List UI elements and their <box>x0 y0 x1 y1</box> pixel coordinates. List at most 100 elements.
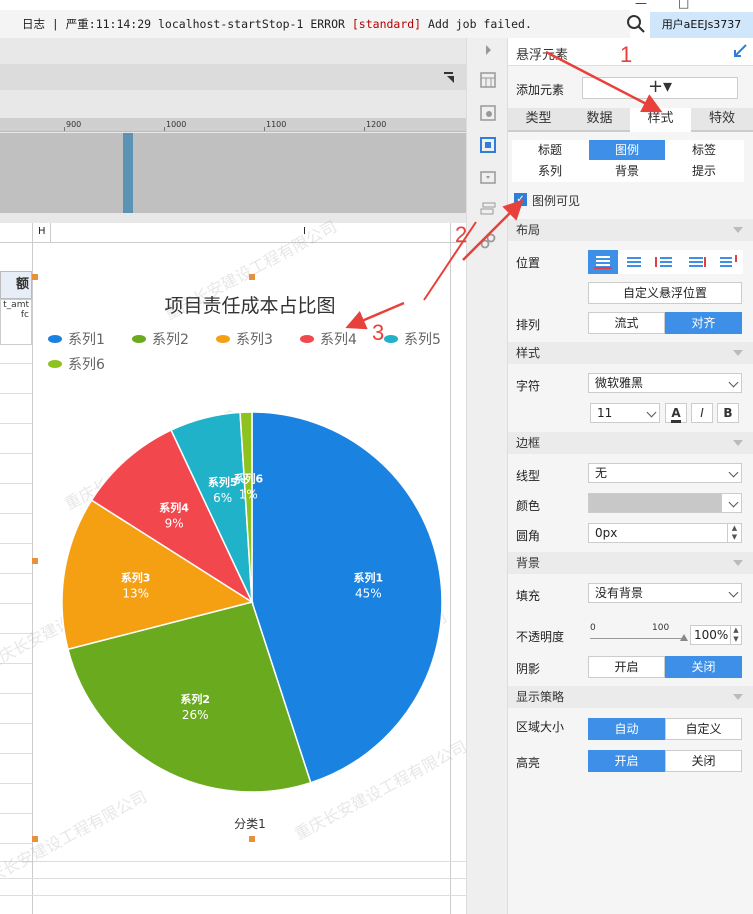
subtab-label[interactable]: 标签 <box>666 140 742 160</box>
section-border[interactable]: 边框 <box>508 432 753 454</box>
position-bottom-button[interactable] <box>681 250 711 274</box>
italic-button[interactable]: I <box>691 403 713 423</box>
slice-value-label: 26% <box>182 708 209 722</box>
property-tabs: 类型 数据 样式 特效 <box>508 108 753 132</box>
tab-effects[interactable]: 特效 <box>691 108 753 132</box>
arrange-flow-button[interactable]: 流式 <box>588 312 665 334</box>
window-caption-buttons: — □ <box>600 0 753 10</box>
caret-down-icon <box>733 560 743 566</box>
table-cell[interactable]: t_amt fc <box>0 299 32 345</box>
position-label: 位置 <box>516 256 541 270</box>
subtab-tooltip[interactable]: 提示 <box>666 161 742 181</box>
property-panel: 悬浮元素 添加元素 +▾ 类型 数据 样式 特效 标题 图例 标签 系列 背景 … <box>508 38 753 914</box>
ruler-tick: 1000 <box>166 120 187 129</box>
ruler-marker[interactable] <box>123 133 133 213</box>
legend-label: 系列2 <box>152 332 189 348</box>
border-color-picker[interactable] <box>588 493 742 513</box>
pie-plot: 系列145%系列226%系列313%系列49%系列56%系列61% <box>61 411 443 793</box>
pie-chart[interactable]: 重庆长安建设工程有限公司 重庆长安建设工程有限公司 重庆长安建设工程有限公司 重… <box>0 217 470 894</box>
checkbox-checked-icon[interactable]: ✓ <box>514 193 527 206</box>
caret-down-icon <box>733 350 743 356</box>
font-family-value: 微软雅黑 <box>595 376 644 390</box>
log-message-bar[interactable]: 日志 | 严重:11:14:29 localhost-startStop-1 E… <box>0 10 630 38</box>
layers-icon[interactable] <box>480 201 496 217</box>
link-icon[interactable] <box>480 233 496 249</box>
minimize-button[interactable]: — <box>635 0 647 10</box>
cell-info-icon[interactable] <box>480 105 496 121</box>
section-style[interactable]: 样式 <box>508 342 753 364</box>
position-right-button[interactable] <box>712 250 742 274</box>
column-header-i[interactable]: I <box>303 226 306 237</box>
shadow-on-button[interactable]: 开启 <box>588 656 665 678</box>
slice-value-label: 6% <box>213 491 232 505</box>
opacity-slider-track[interactable] <box>590 638 686 639</box>
area-size-auto-button[interactable]: 自动 <box>588 718 665 740</box>
table-header-cell[interactable]: 额 <box>0 271 32 299</box>
ruler-tick: 1200 <box>366 120 387 129</box>
annotation-number-1: 1 <box>620 42 633 67</box>
tab-type[interactable]: 类型 <box>508 108 569 132</box>
grid-icon[interactable] <box>480 72 496 88</box>
column-header-h[interactable]: H <box>38 226 46 237</box>
shadow-off-button[interactable]: 关闭 <box>665 656 742 678</box>
dropdown-widget-icon[interactable] <box>480 169 496 185</box>
section-layout[interactable]: 布局 <box>508 219 753 241</box>
highlight-off-button[interactable]: 关闭 <box>665 750 742 772</box>
spinner-icon[interactable]: ▲ ▼ <box>727 524 741 542</box>
opacity-value: 100% <box>694 628 729 642</box>
search-icon[interactable] <box>626 14 646 34</box>
subtab-series[interactable]: 系列 <box>512 161 588 181</box>
radius-input[interactable]: 0px ▲ ▼ <box>588 523 742 543</box>
legend-label: 系列5 <box>404 332 441 348</box>
legend-marker <box>300 335 314 343</box>
slice-name-label: 系列1 <box>354 571 384 585</box>
spinner-icon[interactable]: ▲ ▼ <box>730 626 741 644</box>
font-color-button[interactable]: A <box>665 403 687 423</box>
bold-button[interactable]: B <box>717 403 739 423</box>
font-family-select[interactable]: 微软雅黑 <box>588 373 742 393</box>
subtab-title[interactable]: 标题 <box>512 140 588 160</box>
user-account-button[interactable]: 用户aEEJs3737 <box>650 12 753 38</box>
slice-value-label: 13% <box>122 587 149 601</box>
category-label: 分类1 <box>234 817 266 831</box>
expand-icon[interactable] <box>733 44 747 58</box>
line-type-select[interactable]: 无 <box>588 463 742 483</box>
add-element-button[interactable]: +▾ <box>582 77 738 99</box>
widget-icon[interactable] <box>480 137 496 153</box>
opacity-max: 100 <box>652 623 670 633</box>
legend-label: 系列1 <box>68 332 105 348</box>
tab-data[interactable]: 数据 <box>569 108 630 132</box>
collapse-icon[interactable] <box>444 71 456 83</box>
annotation-number-2: 2 <box>455 222 468 247</box>
section-title: 背景 <box>516 556 541 570</box>
position-center-button[interactable] <box>619 250 649 274</box>
chevron-right-icon[interactable] <box>480 42 496 58</box>
legend-label: 系列4 <box>320 332 357 348</box>
legend-label: 系列3 <box>236 332 273 348</box>
position-left-button[interactable] <box>650 250 680 274</box>
position-top-button[interactable] <box>588 250 618 274</box>
log-level: [standard] <box>351 17 422 31</box>
fill-select[interactable]: 没有背景 <box>588 583 742 603</box>
designer-icon-strip <box>466 38 508 914</box>
font-size-select[interactable]: 11 <box>590 403 660 423</box>
subtab-legend[interactable]: 图例 <box>589 140 665 160</box>
subtab-background[interactable]: 背景 <box>589 161 665 181</box>
log-text: 日志 | 严重:11:14:29 localhost-startStop-1 E… <box>22 17 352 31</box>
highlight-label: 高亮 <box>516 756 541 770</box>
section-display-strategy[interactable]: 显示策略 <box>508 686 753 708</box>
cell-text: fc <box>20 310 29 320</box>
section-title: 显示策略 <box>516 690 565 704</box>
opacity-input[interactable]: 100% ▲ ▼ <box>690 625 742 645</box>
opacity-slider-handle[interactable] <box>680 634 688 641</box>
section-background[interactable]: 背景 <box>508 552 753 574</box>
area-size-custom-button[interactable]: 自定义 <box>665 718 742 740</box>
section-title: 边框 <box>516 436 541 450</box>
arrange-label: 排列 <box>516 318 541 332</box>
highlight-on-button[interactable]: 开启 <box>588 750 665 772</box>
custom-float-position-button[interactable]: 自定义悬浮位置 <box>588 282 742 304</box>
arrange-align-button[interactable]: 对齐 <box>665 312 742 334</box>
slice-value-label: 9% <box>165 517 184 531</box>
maximize-button[interactable]: □ <box>678 0 689 10</box>
tab-style[interactable]: 样式 <box>630 108 691 132</box>
